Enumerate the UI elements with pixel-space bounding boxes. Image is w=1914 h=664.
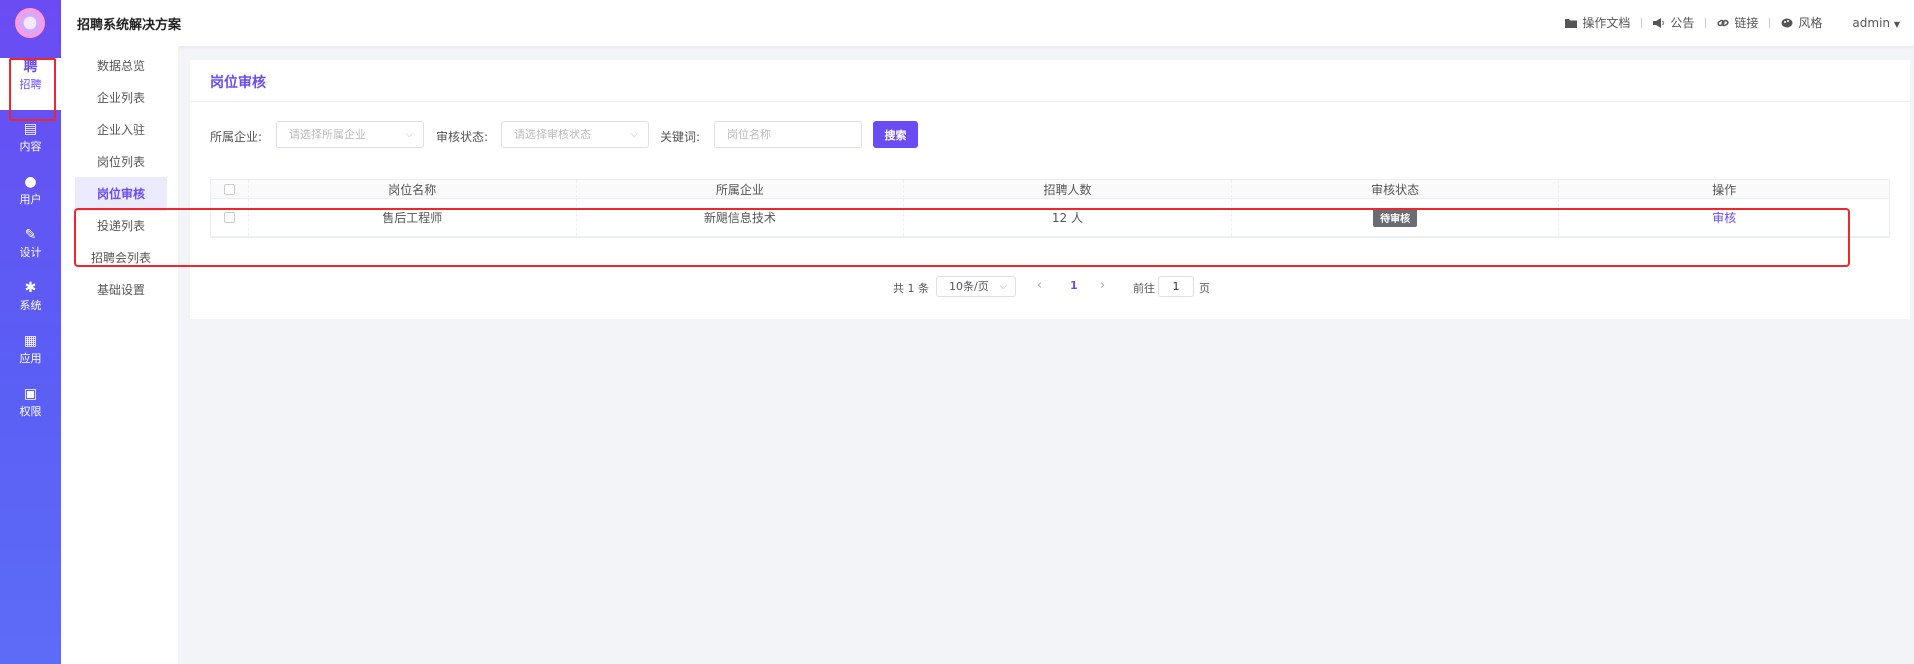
column-header: 审核状态 (1232, 180, 1560, 198)
next-page-icon[interactable]: › (1100, 278, 1105, 293)
column-header: 操作 (1712, 182, 1737, 197)
goto-page-input[interactable] (1158, 276, 1194, 297)
sub-sidebar: 数据总览 企业列表 企业入驻 岗位列表 岗位审核 投递列表 招聘会列表 基础设置 (61, 46, 178, 664)
header-link-links[interactable]: 链接 (1717, 14, 1758, 31)
table-header: 岗位名称 所属企业 招聘人数 审核状态 操作 (211, 180, 1889, 199)
page-number-current[interactable]: 1 (1070, 279, 1078, 292)
prev-page-icon[interactable]: ‹ (1037, 278, 1042, 293)
rail-item-design[interactable]: ✎ 设计 (0, 226, 61, 278)
header-link-docs[interactable]: 操作文档 (1565, 14, 1630, 31)
rail-item-users[interactable]: ● 用户 (0, 173, 61, 225)
subnav-item-onboarding[interactable]: 企业入驻 (75, 113, 167, 147)
rail-item-content[interactable]: ▤ 内容 (0, 120, 61, 172)
rail-item-apps[interactable]: ▦ 应用 (0, 332, 61, 384)
company-filter-label: 所属企业: (210, 130, 263, 144)
folder-icon (1565, 18, 1578, 28)
page-size-select[interactable]: 10条/页 ⌵ (936, 276, 1016, 297)
link-icon (1717, 19, 1729, 26)
user-icon: ● (24, 174, 37, 190)
status-filter-label: 审核状态: (436, 130, 489, 144)
column-header: 招聘人数 (904, 180, 1232, 198)
title-divider (190, 101, 1910, 102)
goto-label: 前往 (1133, 282, 1155, 295)
search-button[interactable]: 搜索 (873, 121, 918, 148)
column-header: 所属企业 (577, 180, 905, 198)
caret-down-icon: ▼ (1893, 19, 1900, 29)
subnav-item-job-review[interactable]: 岗位审核 (75, 177, 167, 211)
subnav-item-settings[interactable]: 基础设置 (75, 273, 167, 307)
rail-item-label: 系统 (19, 299, 42, 312)
header-checkbox-cell (211, 180, 249, 198)
user-menu[interactable]: admin ▼ (1852, 16, 1900, 30)
top-header: 招聘系统解决方案 操作文档 公告 链接 风格 admin ▼ (61, 0, 1914, 46)
brush-icon: ✎ (24, 227, 37, 243)
keyword-input[interactable] (714, 121, 862, 148)
rail-item-label: 应用 (19, 352, 42, 365)
palette-icon (1781, 18, 1793, 27)
page-size-value: 10条/页 (949, 280, 989, 293)
app-title: 招聘系统解决方案 (77, 18, 182, 33)
header-link-style[interactable]: 风格 (1781, 14, 1822, 31)
main-card: 岗位审核 所属企业: 请选择所属企业 ⌵ 审核状态: 请选择审核状态 ⌵ 关键词… (190, 60, 1910, 319)
rail-item-label: 用户 (19, 193, 42, 206)
rail-item-label: 设计 (19, 246, 42, 259)
header-divider (1705, 17, 1707, 28)
rail-item-system[interactable]: ✱ 系统 (0, 279, 61, 331)
logo-icon[interactable] (15, 8, 45, 38)
status-select-placeholder: 请选择审核状态 (514, 128, 591, 141)
subnav-item-overview[interactable]: 数据总览 (75, 49, 167, 83)
pagination-total: 共 1 条 (893, 282, 929, 295)
user-name: admin (1852, 15, 1891, 30)
keyword-filter-label: 关键词: (660, 130, 701, 144)
chevron-down-icon: ⌵ (405, 129, 413, 140)
subnav-item-jobs[interactable]: 岗位列表 (75, 145, 167, 179)
lock-icon: ▣ (23, 386, 38, 402)
header-links: 操作文档 公告 链接 风格 admin ▼ (1565, 14, 1900, 31)
megaphone-icon (1653, 17, 1665, 28)
rail-item-label: 权限 (19, 405, 42, 418)
status-select[interactable]: 请选择审核状态 ⌵ (501, 121, 649, 148)
header-link-label: 链接 (1734, 16, 1759, 30)
company-select[interactable]: 请选择所属企业 ⌵ (276, 121, 424, 148)
highlight-box-row (74, 208, 1850, 267)
page-title: 岗位审核 (210, 75, 266, 91)
select-all-checkbox[interactable] (223, 183, 235, 195)
chevron-down-icon: ⌵ (999, 281, 1007, 292)
column-header: 岗位名称 (249, 180, 577, 198)
company-select-placeholder: 请选择所属企业 (289, 128, 366, 141)
highlight-box-rail (9, 58, 56, 121)
rail-item-label: 内容 (19, 140, 42, 153)
grid-icon: ▦ (23, 333, 38, 349)
header-link-label: 风格 (1798, 16, 1823, 30)
header-link-notice[interactable]: 公告 (1653, 14, 1694, 31)
page-suffix-label: 页 (1199, 282, 1210, 295)
header-link-label: 操作文档 (1582, 16, 1631, 30)
document-icon: ▤ (23, 121, 38, 137)
header-divider (1641, 17, 1643, 28)
header-divider (1769, 17, 1771, 28)
subnav-item-companies[interactable]: 企业列表 (75, 81, 167, 115)
rail-item-permissions[interactable]: ▣ 权限 (0, 385, 61, 437)
header-link-label: 公告 (1670, 16, 1695, 30)
chevron-down-icon: ⌵ (630, 129, 638, 140)
gear-icon: ✱ (24, 280, 37, 296)
pagination: 共 1 条 10条/页 ⌵ ‹ 1 › 前往 页 (190, 276, 1910, 298)
